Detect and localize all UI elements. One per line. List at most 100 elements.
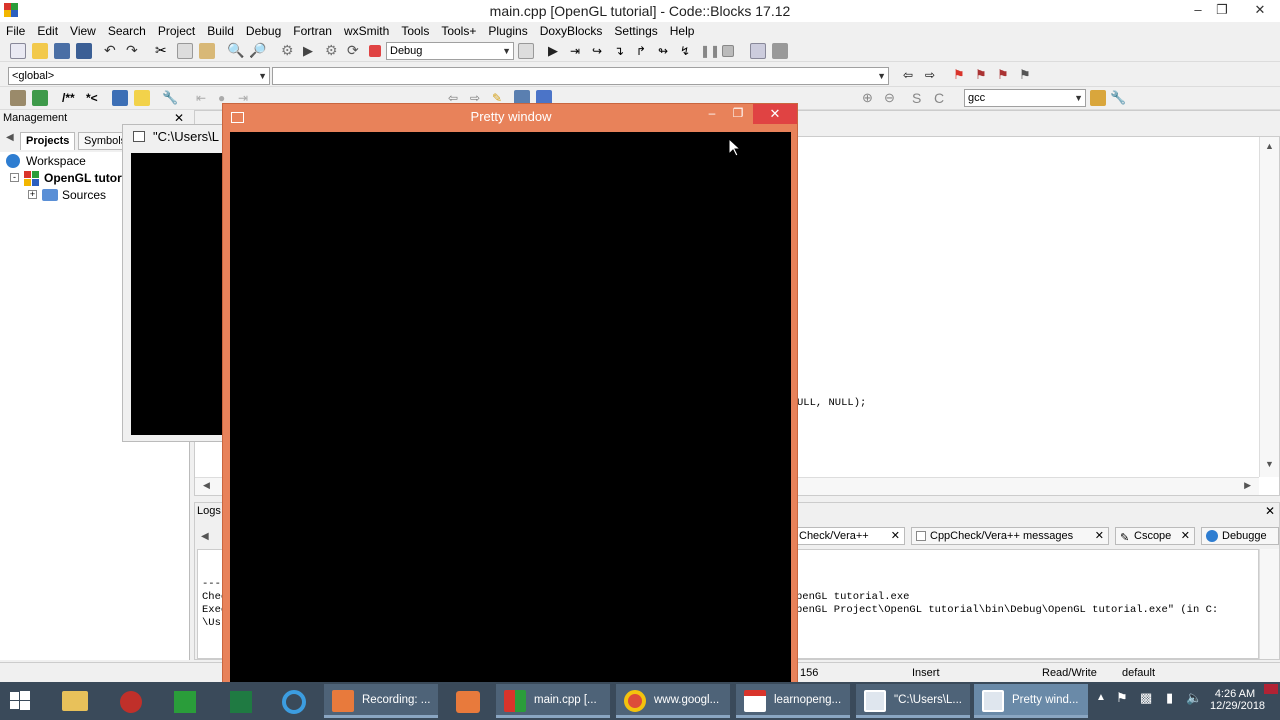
menu-tools[interactable]: Tools: [395, 22, 435, 40]
menu-debug[interactable]: Debug: [240, 22, 287, 40]
pretty-minimize-button[interactable]: –: [701, 106, 723, 120]
symbol-s-icon[interactable]: S: [912, 90, 928, 106]
store-icon[interactable]: [168, 686, 200, 716]
step-instruction-icon[interactable]: ↯: [680, 43, 696, 59]
close-button[interactable]: ✕: [1240, 0, 1280, 20]
menu-file[interactable]: File: [0, 22, 31, 40]
menu-edit[interactable]: Edit: [31, 22, 64, 40]
open-folder-icon[interactable]: [32, 43, 48, 59]
scroll-up-icon[interactable]: ▲: [1265, 141, 1274, 151]
start-windows-icon[interactable]: [6, 686, 38, 716]
jump-forward-icon[interactable]: ⇨: [925, 67, 941, 83]
action-center-flag-icon[interactable]: ⚑: [1116, 690, 1128, 706]
search-files-icon[interactable]: [1090, 90, 1106, 106]
tools-icon[interactable]: 🔧: [1110, 90, 1126, 106]
menu-plugins[interactable]: Plugins: [482, 22, 533, 40]
scroll-right-icon[interactable]: ▶: [1244, 480, 1251, 491]
doxyblocks-icon[interactable]: [10, 90, 26, 106]
cut-icon[interactable]: ✂: [155, 43, 171, 59]
tab-debugger[interactable]: Debugge: [1201, 527, 1279, 545]
compiler-select[interactable]: gcc ▼: [964, 89, 1086, 107]
excel-icon[interactable]: [224, 686, 256, 716]
taskbar-console[interactable]: "C:\Users\L...: [856, 684, 970, 718]
next-instruction-icon[interactable]: ↬: [658, 43, 674, 59]
logs-scrollbar[interactable]: [1259, 549, 1279, 659]
build-target-select[interactable]: Debug ▼: [386, 42, 514, 60]
run-icon[interactable]: ▶: [303, 43, 319, 59]
taskbar-codeblocks[interactable]: main.cpp [...: [496, 684, 610, 718]
find-icon[interactable]: 🔍: [227, 43, 244, 59]
jump-back-icon[interactable]: ⇦: [903, 67, 919, 83]
bookmark-clear-icon[interactable]: ⚑: [1019, 67, 1035, 83]
menu-wxsmith[interactable]: wxSmith: [338, 22, 395, 40]
menu-tools-plus[interactable]: Tools+: [435, 22, 482, 40]
tab-cppcheck-messages[interactable]: CppCheck/Vera++ messages ✕: [911, 527, 1109, 545]
menu-project[interactable]: Project: [152, 22, 201, 40]
chm-doc-icon[interactable]: [134, 90, 150, 106]
clock[interactable]: 4:26 AM 12/29/2018: [1210, 688, 1265, 712]
step-out-icon[interactable]: ↱: [636, 43, 652, 59]
expand-icon[interactable]: +: [28, 190, 37, 199]
next-line-icon[interactable]: ↪: [592, 43, 608, 59]
bookmark-next-icon[interactable]: ⚑: [997, 67, 1013, 83]
scope-select[interactable]: <global> ▼: [8, 67, 270, 85]
debug-continue-icon[interactable]: ▶: [548, 43, 564, 59]
menu-build[interactable]: Build: [201, 22, 240, 40]
paste-icon[interactable]: [199, 43, 215, 59]
tree-item-workspace[interactable]: Workspace: [6, 154, 126, 171]
menu-search[interactable]: Search: [102, 22, 152, 40]
tab-projects[interactable]: Projects: [20, 132, 76, 150]
tab-scroll-left-icon[interactable]: ◀: [6, 132, 14, 143]
taskbar-pdf[interactable]: learnopeng...: [736, 684, 850, 718]
stop-debug-icon[interactable]: [722, 45, 734, 57]
save-icon[interactable]: [54, 43, 70, 59]
info-icon[interactable]: [772, 43, 788, 59]
zoom-in-icon[interactable]: ⊕: [862, 90, 878, 106]
doxywizard-icon[interactable]: [32, 90, 48, 106]
logs-tab-scroll-left-icon[interactable]: ◀: [201, 531, 209, 542]
editor-vertical-scrollbar[interactable]: ▲ ▼: [1259, 137, 1279, 477]
volume-icon[interactable]: 🔈: [1186, 690, 1202, 706]
show-hidden-icons-icon[interactable]: ▲: [1096, 692, 1106, 703]
line-comment-button[interactable]: *<: [86, 91, 98, 105]
symbol-c-icon[interactable]: C: [934, 90, 950, 106]
taskbar-chrome[interactable]: www.googl...: [616, 684, 730, 718]
close-tab-icon[interactable]: ✕: [891, 528, 900, 544]
step-into-icon[interactable]: ↴: [614, 43, 630, 59]
internet-explorer-icon[interactable]: [278, 686, 310, 716]
taskbar-pretty-window[interactable]: Pretty wind...: [974, 684, 1088, 718]
build-gear-icon[interactable]: ⚙: [281, 43, 297, 59]
abort-icon[interactable]: [369, 45, 381, 57]
collapse-icon[interactable]: -: [10, 173, 19, 182]
rebuild-icon[interactable]: ⟳: [347, 43, 363, 59]
pretty-maximize-button[interactable]: ❐: [727, 106, 749, 120]
file-explorer-icon[interactable]: [58, 686, 90, 716]
pause-icon[interactable]: ❚❚: [700, 43, 720, 59]
close-logs-icon[interactable]: ✕: [1265, 504, 1275, 518]
tab-check-vera[interactable]: Check/Vera++ ✕: [793, 527, 905, 545]
app-red-icon[interactable]: [114, 686, 146, 716]
network-icon[interactable]: ▩: [1140, 690, 1152, 706]
redo-icon[interactable]: ↷: [126, 43, 142, 59]
taskbar-recording[interactable]: Recording: ...: [324, 684, 438, 718]
tab-cscope[interactable]: ✎ Cscope ✕: [1115, 527, 1195, 545]
run-to-cursor-icon[interactable]: ⇥: [570, 43, 586, 59]
close-panel-icon[interactable]: ✕: [174, 111, 184, 125]
battery-icon[interactable]: ▮: [1166, 690, 1173, 706]
menu-doxyblocks[interactable]: DoxyBlocks: [534, 22, 609, 40]
build-run-icon[interactable]: ⚙: [325, 43, 341, 59]
menu-help[interactable]: Help: [664, 22, 701, 40]
maximize-button[interactable]: ❐: [1208, 0, 1236, 20]
camera-icon[interactable]: [452, 686, 484, 716]
zoom-out-icon[interactable]: ⊖: [884, 90, 900, 106]
language-flag-icon[interactable]: [1264, 684, 1278, 694]
block-comment-button[interactable]: /**: [62, 91, 75, 105]
scroll-left-icon[interactable]: ◀: [203, 480, 210, 491]
nav-back-icon[interactable]: ⇤: [196, 90, 212, 106]
new-file-icon[interactable]: [10, 43, 26, 59]
bookmark-toggle-icon[interactable]: ⚑: [953, 67, 969, 83]
undo-icon[interactable]: ↶: [104, 43, 120, 59]
close-tab-icon[interactable]: ✕: [1181, 528, 1190, 545]
menu-view[interactable]: View: [64, 22, 102, 40]
menu-fortran[interactable]: Fortran: [287, 22, 338, 40]
